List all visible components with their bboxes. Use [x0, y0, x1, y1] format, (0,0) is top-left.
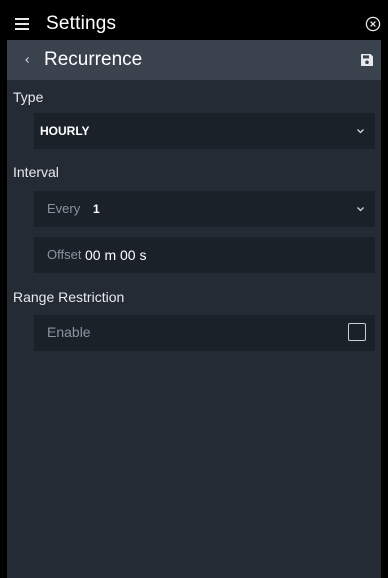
save-disk-icon[interactable] — [360, 53, 374, 67]
chevron-down-icon — [357, 207, 364, 212]
top-bar: Settings — [7, 8, 381, 40]
every-value: 1 — [93, 202, 100, 216]
close-circle-icon[interactable] — [365, 16, 381, 32]
type-selected-value: HOURLY — [40, 124, 90, 138]
settings-panel: Settings Recurrence Type HOURLY Interval… — [7, 8, 381, 578]
hamburger-menu-icon[interactable] — [15, 18, 29, 30]
offset-field[interactable]: Offset 00 m 00 s — [34, 237, 375, 273]
enable-label: Enable — [47, 324, 91, 340]
every-select[interactable]: Every 1 — [34, 191, 375, 227]
enable-row[interactable]: Enable — [34, 315, 375, 351]
type-select[interactable]: HOURLY — [34, 113, 375, 149]
interval-label: Interval — [13, 164, 59, 180]
range-restriction-label: Range Restriction — [13, 289, 125, 305]
recurrence-header: Recurrence — [7, 40, 381, 80]
offset-input[interactable]: 00 m 00 s — [85, 246, 146, 264]
chevron-down-icon — [357, 129, 364, 134]
every-label: Every — [47, 201, 81, 216]
chevron-left-icon[interactable] — [22, 53, 32, 67]
offset-label: Offset — [47, 247, 82, 262]
type-label: Type — [13, 89, 44, 105]
enable-checkbox[interactable] — [348, 323, 366, 341]
section-title: Recurrence — [44, 49, 143, 70]
page-title: Settings — [46, 13, 117, 34]
